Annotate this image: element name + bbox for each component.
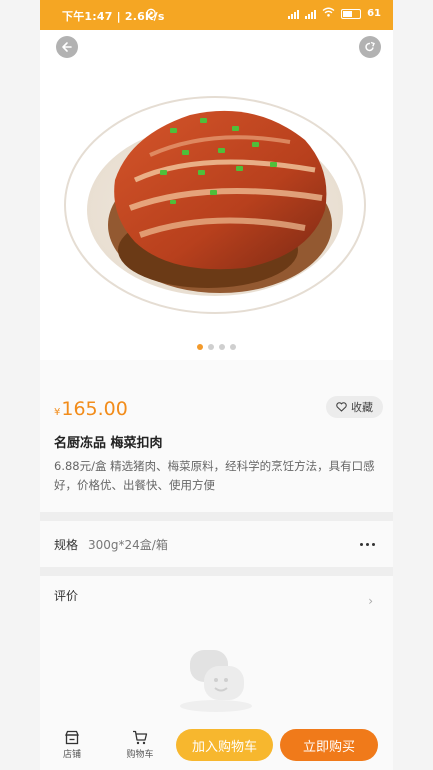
currency-symbol: ¥ <box>54 407 61 418</box>
alarm-icon <box>145 7 157 22</box>
carousel-dot-3[interactable] <box>219 344 225 350</box>
share-icon <box>365 41 375 52</box>
product-price: ¥165.00 <box>54 398 128 420</box>
battery-icon <box>341 8 362 19</box>
status-bar: 下午1:47 | 2.6K/s 61 <box>40 0 393 30</box>
review-row[interactable]: 评价 › <box>40 576 393 622</box>
more-options-icon[interactable] <box>360 543 375 546</box>
battery-level: 61 <box>367 8 381 19</box>
buy-now-button[interactable]: 立即购买 <box>280 729 378 761</box>
wifi-icon <box>322 7 335 20</box>
carousel-indicator <box>40 344 393 350</box>
product-description: 6.88元/盒 精选猪肉、梅菜原料，经科学的烹饪方法，具有口感好，价格优、出餐快… <box>54 459 375 492</box>
spec-label: 规格 <box>54 538 79 552</box>
section-divider <box>40 512 393 521</box>
spec-row[interactable]: 规格 300g*24盒/箱 <box>40 521 393 567</box>
signal-icon <box>288 9 300 19</box>
back-arrow-icon <box>62 42 72 52</box>
store-button[interactable]: 店铺 <box>52 728 92 760</box>
heart-icon <box>336 402 347 412</box>
spec-value: 300g*24盒/箱 <box>88 538 168 552</box>
favorite-label: 收藏 <box>351 401 373 414</box>
share-button[interactable] <box>359 36 381 58</box>
product-info: ¥165.00 收藏 名厨冻品 梅菜扣肉 6.88元/盒 精选猪肉、梅菜原料，经… <box>40 380 393 512</box>
carousel-dot-4[interactable] <box>230 344 236 350</box>
store-label: 店铺 <box>62 750 81 760</box>
cart-icon <box>133 730 148 744</box>
carousel-dot-2[interactable] <box>208 344 214 350</box>
cart-button[interactable]: 购物车 <box>120 728 160 760</box>
product-detail-page: 下午1:47 | 2.6K/s 61 ¥165.00 收藏 名厨冻品 梅菜扣肉 … <box>40 0 393 770</box>
review-label: 评价 <box>54 589 79 603</box>
cart-label: 购物车 <box>126 750 154 760</box>
favorite-button[interactable]: 收藏 <box>326 396 383 418</box>
carousel-dot-1[interactable] <box>197 344 203 350</box>
signal-icon-2 <box>305 9 317 19</box>
bottom-action-bar: 店铺 购物车 加入购物车 立即购买 <box>40 720 393 770</box>
product-image-carousel[interactable] <box>40 30 393 360</box>
chevron-right-icon: › <box>368 594 373 608</box>
back-button[interactable] <box>56 36 78 58</box>
price-value: 165.00 <box>61 398 128 420</box>
add-to-cart-button[interactable]: 加入购物车 <box>176 729 273 761</box>
store-icon <box>65 730 79 744</box>
product-photo <box>64 96 366 314</box>
section-divider <box>40 567 393 576</box>
empty-chat-illustration <box>180 650 252 712</box>
product-title: 名厨冻品 梅菜扣肉 <box>54 436 163 451</box>
